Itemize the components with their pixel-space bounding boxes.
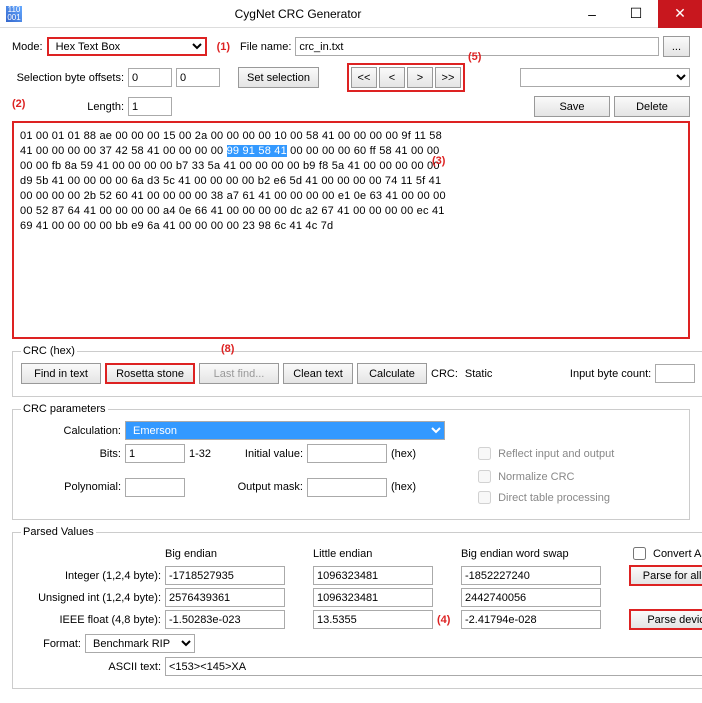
offset-end-field[interactable] <box>176 68 220 87</box>
save-button[interactable]: Save <box>534 96 610 117</box>
mode-select[interactable]: Hex Text Box <box>47 37 207 56</box>
nav-buttons: << < > >> <box>347 63 465 92</box>
crc-params-group: CRC parameters Calculation: Emerson Bits… <box>12 403 690 520</box>
bits-range: 1-32 <box>189 448 229 460</box>
nav-first-button[interactable]: << <box>351 67 377 88</box>
float-be-field <box>165 610 285 629</box>
uint-ws-field <box>461 588 601 607</box>
hex-text-box[interactable]: 01 00 01 01 88 ae 00 00 00 15 00 2a 00 0… <box>12 121 690 339</box>
last-find-button: Last find... <box>199 363 279 384</box>
crc-value-field <box>462 364 562 383</box>
parsed-values-group: Parsed Values Big endian Little endian B… <box>12 526 702 689</box>
hex-hint-2: (hex) <box>391 481 416 493</box>
annotation-2: (2) <box>12 98 25 110</box>
crc-hex-group: CRC (hex) (8) Find in text Rosetta stone… <box>12 345 702 397</box>
file-browse-button[interactable]: ... <box>663 36 690 57</box>
delete-button[interactable]: Delete <box>614 96 690 117</box>
parse-all-button[interactable]: Parse for all data types <box>629 565 702 586</box>
crc-params-legend: CRC parameters <box>21 403 108 415</box>
byte-count-field <box>655 364 695 383</box>
bits-label: Bits: <box>21 448 121 460</box>
length-field[interactable] <box>128 97 172 116</box>
rosetta-stone-button[interactable]: Rosetta stone <box>105 363 195 384</box>
uint-be-field <box>165 588 285 607</box>
nav-prev-button[interactable]: < <box>379 67 405 88</box>
calculation-label: Calculation: <box>21 425 121 437</box>
nav-next-button[interactable]: > <box>407 67 433 88</box>
normalize-checkbox: Normalize CRC <box>474 467 610 486</box>
hex-selection: 99 91 58 41 <box>227 145 287 157</box>
offsets-label: Selection byte offsets: <box>12 72 124 84</box>
mask-field <box>307 478 387 497</box>
uint-label: Unsigned int (1,2,4 byte): <box>21 592 161 604</box>
format-label: Format: <box>21 638 81 650</box>
clean-text-button[interactable]: Clean text <box>283 363 353 384</box>
byte-count-label: Input byte count: <box>570 368 651 380</box>
big-endian-header: Big endian <box>165 548 285 560</box>
format-select[interactable]: Benchmark RIP <box>85 634 195 653</box>
annotation-1: (1) <box>217 41 230 53</box>
float-le-field <box>313 610 433 629</box>
length-label: Length: <box>12 101 124 113</box>
calculate-button[interactable]: Calculate <box>357 363 427 384</box>
direct-table-checkbox: Direct table processing <box>474 488 610 507</box>
parsed-values-legend: Parsed Values <box>21 526 96 538</box>
titlebar: 110001 CygNet CRC Generator – ☐ ✕ <box>0 0 702 28</box>
int-ws-field <box>461 566 601 585</box>
poly-field <box>125 478 185 497</box>
hex-hint-1: (hex) <box>391 448 416 460</box>
set-selection-button[interactable]: Set selection <box>238 67 319 88</box>
nav-last-button[interactable]: >> <box>435 67 461 88</box>
float-ws-field <box>461 610 601 629</box>
little-endian-header: Little endian <box>313 548 433 560</box>
convert-ascii-checkbox[interactable]: Convert ASCII to binary <box>629 544 702 563</box>
calculation-select[interactable]: Emerson <box>125 421 445 440</box>
ascii-label: ASCII text: <box>21 661 161 673</box>
preset-select[interactable] <box>520 68 690 87</box>
maximize-button[interactable]: ☐ <box>614 0 658 28</box>
integer-label: Integer (1,2,4 byte): <box>21 570 161 582</box>
window-title: CygNet CRC Generator <box>26 7 570 21</box>
file-name-label: File name: <box>240 41 291 53</box>
int-be-field <box>165 566 285 585</box>
float-label: IEEE float (4,8 byte): <box>21 614 161 626</box>
mask-label: Output mask: <box>233 481 303 493</box>
annotation-8: (8) <box>221 343 234 355</box>
annotation-5: (5) <box>468 51 481 63</box>
minimize-button[interactable]: – <box>570 0 614 28</box>
word-swap-header: Big endian word swap <box>461 548 601 560</box>
poly-label: Polynomial: <box>21 481 121 493</box>
reflect-checkbox: Reflect input and output <box>474 444 614 463</box>
annotation-4: (4) <box>437 614 457 626</box>
init-value-field <box>307 444 387 463</box>
parse-device-button[interactable]: Parse device specific <box>629 609 702 630</box>
crc-hex-legend: CRC (hex) <box>21 345 77 357</box>
app-icon: 110001 <box>6 6 22 22</box>
int-le-field <box>313 566 433 585</box>
find-in-text-button[interactable]: Find in text <box>21 363 101 384</box>
offset-start-field[interactable] <box>128 68 172 87</box>
mode-label: Mode: <box>12 41 43 53</box>
init-value-label: Initial value: <box>233 448 303 460</box>
close-button[interactable]: ✕ <box>658 0 702 28</box>
bits-field <box>125 444 185 463</box>
ascii-text-field <box>165 657 702 676</box>
crc-label: CRC: <box>431 368 458 380</box>
annotation-3: (3) <box>432 155 445 167</box>
uint-le-field <box>313 588 433 607</box>
